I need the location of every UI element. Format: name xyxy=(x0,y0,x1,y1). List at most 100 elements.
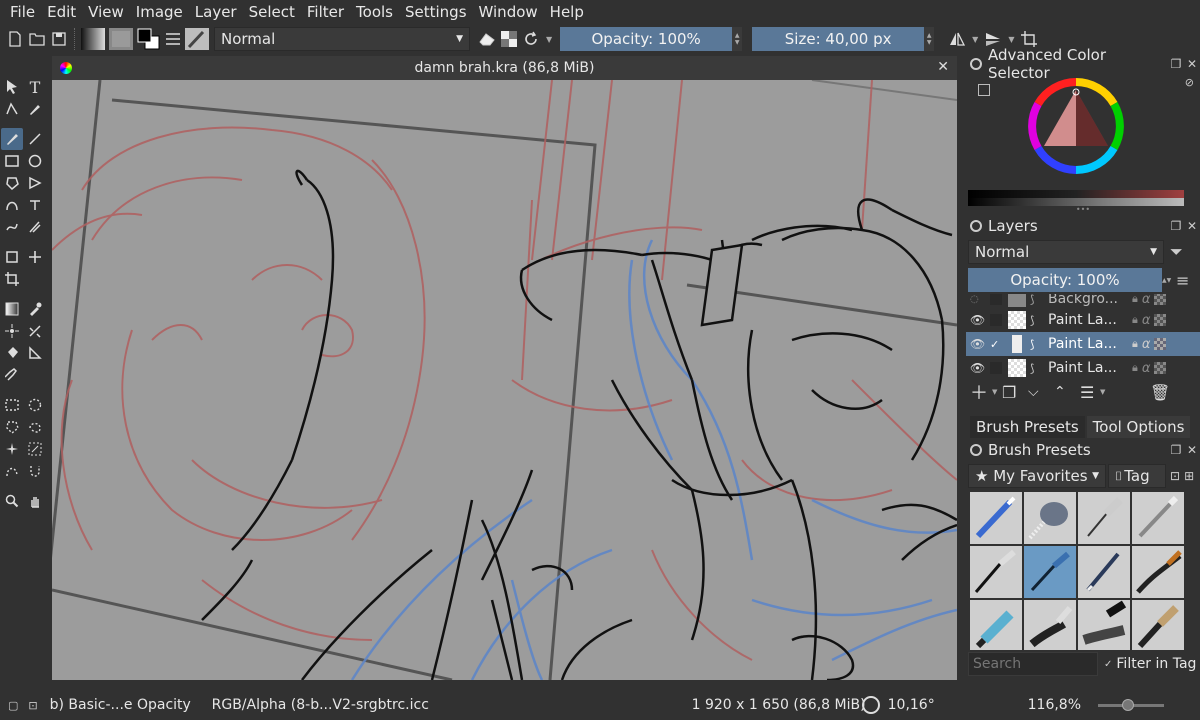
ellipse-tool-icon[interactable] xyxy=(24,150,46,172)
zoom-tool-icon[interactable] xyxy=(1,490,23,512)
rectangle-select-tool-icon[interactable] xyxy=(1,394,23,416)
close-icon[interactable]: ✕ xyxy=(937,59,949,75)
alpha-lock-icon[interactable]: α xyxy=(1142,294,1151,307)
brush-preset-item-selected[interactable] xyxy=(1024,546,1076,598)
alpha-lock-icon[interactable]: α xyxy=(1142,313,1151,328)
bezier-curve-tool-icon[interactable] xyxy=(1,194,23,216)
layer-opacity-slider[interactable]: Opacity: 100% xyxy=(968,268,1162,292)
menu-layer[interactable]: Layer xyxy=(189,1,243,23)
inherit-alpha-icon[interactable] xyxy=(1154,362,1167,374)
visibility-icon[interactable]: ◌ xyxy=(970,294,984,305)
menu-tools[interactable]: Tools xyxy=(350,1,399,23)
assistant-tool-icon[interactable] xyxy=(24,320,46,342)
reload-preset-icon[interactable] xyxy=(520,28,542,50)
close-icon[interactable]: ✕ xyxy=(1184,57,1200,71)
visibility-icon[interactable]: 👁︎ xyxy=(970,337,985,351)
close-icon[interactable]: ✕ xyxy=(1184,443,1200,457)
brush-preset-item[interactable] xyxy=(1024,492,1076,544)
layer-row-selected[interactable]: 👁︎ ✓ ⟆ Paint La... 🔒︎ α xyxy=(966,332,1200,356)
brush-preset-item[interactable] xyxy=(1132,546,1184,598)
float-window-icon[interactable]: ❐ xyxy=(1168,57,1184,71)
freehand-path-tool-icon[interactable] xyxy=(24,194,46,216)
edit-shapes-tool-icon[interactable] xyxy=(1,98,23,120)
float-window-icon[interactable]: ❐ xyxy=(1168,443,1184,457)
lock-icon[interactable]: 🔒︎ xyxy=(1132,294,1138,306)
brush-preset-item[interactable] xyxy=(970,546,1022,598)
new-document-icon[interactable] xyxy=(4,28,26,50)
color-picker-tool-icon[interactable] xyxy=(24,298,46,320)
gradient-preset-icon[interactable] xyxy=(80,28,106,50)
tag-filter-select[interactable]: ★ My Favorites ▼ xyxy=(968,464,1106,488)
crop-transform-tool-icon[interactable] xyxy=(1,246,23,268)
fg-bg-color-icon[interactable] xyxy=(136,28,162,50)
visibility-icon[interactable]: 👁︎ xyxy=(970,361,985,375)
move-layer-down-icon[interactable]: ⌵ xyxy=(1028,384,1054,400)
document-tab[interactable]: damn brah.kra (86,8 MiB) ✕ xyxy=(52,56,957,80)
dock-float-icon[interactable] xyxy=(970,58,982,70)
inherit-alpha-icon[interactable] xyxy=(1154,294,1167,305)
alpha-lock-icon[interactable]: α xyxy=(1142,361,1151,376)
layer-properties-icon[interactable]: ☰ xyxy=(1080,383,1100,402)
rectangle-tool-icon[interactable] xyxy=(1,150,23,172)
chevron-down-icon[interactable]: ▼ xyxy=(992,388,1002,396)
mirror-horizontal-icon[interactable] xyxy=(946,28,968,50)
layer-checkbox-checked[interactable]: ✓ xyxy=(990,338,1002,351)
similar-select-tool-icon[interactable] xyxy=(24,438,46,460)
color-selector-widget[interactable]: ⊘ xyxy=(966,74,1200,200)
brush-preset-item[interactable] xyxy=(970,600,1022,650)
menu-file[interactable]: File xyxy=(4,1,41,23)
opacity-spin-arrows-icon[interactable]: ▲▼ xyxy=(732,27,743,51)
bezier-select-tool-icon[interactable] xyxy=(1,460,23,482)
freehand-select-tool-icon[interactable] xyxy=(24,416,46,438)
menu-filter[interactable]: Filter xyxy=(301,1,350,23)
layers-menu-icon[interactable]: ≡ xyxy=(1176,271,1189,290)
color-wheel-icon[interactable] xyxy=(1028,78,1124,174)
rotation-dial-icon[interactable] xyxy=(861,696,880,714)
visibility-icon[interactable]: 👁︎ xyxy=(970,313,985,327)
layer-checkbox[interactable] xyxy=(990,314,1002,326)
tab-brush-presets[interactable]: Brush Presets xyxy=(970,416,1085,438)
menu-help[interactable]: Help xyxy=(544,1,590,23)
smart-patch-tool-icon[interactable] xyxy=(1,320,23,342)
brush-preset-item[interactable] xyxy=(1132,600,1184,650)
dynamic-brush-tool-icon[interactable] xyxy=(1,216,23,238)
filter-in-tag-checkbox[interactable]: ✓ xyxy=(1104,659,1112,670)
drawing-canvas[interactable] xyxy=(52,80,957,680)
dock-float-icon[interactable] xyxy=(970,444,982,456)
import-icon[interactable]: ⊡ xyxy=(1170,469,1180,483)
layer-blend-mode-select[interactable]: Normal ▼ xyxy=(968,240,1164,264)
menu-view[interactable]: View xyxy=(82,1,130,23)
zoom-slider-handle[interactable] xyxy=(1121,698,1134,711)
polygon-tool-icon[interactable] xyxy=(1,172,23,194)
layer-row[interactable]: 👁︎ ⟆ Paint La... 🔒︎ α xyxy=(966,356,1200,378)
add-layer-icon[interactable]: ＋ xyxy=(970,379,992,405)
menu-window[interactable]: Window xyxy=(473,1,544,23)
brush-size-slider[interactable]: Size: 40,00 px xyxy=(752,27,925,51)
delete-layer-icon[interactable]: 🗑︎ xyxy=(1150,383,1170,402)
inherit-alpha-icon[interactable] xyxy=(1154,314,1167,326)
layer-checkbox[interactable] xyxy=(990,362,1002,374)
zoom-slider[interactable] xyxy=(1097,698,1164,711)
line-tool-icon[interactable] xyxy=(24,128,46,150)
lock-icon[interactable]: 🔒︎ xyxy=(1132,313,1138,327)
chevron-down-icon[interactable]: ▼ xyxy=(1100,388,1150,396)
chevron-down-icon[interactable]: ▼ xyxy=(546,35,552,44)
crop-tool-icon[interactable] xyxy=(1,268,23,290)
splitter-handle[interactable]: ••• xyxy=(966,205,1200,214)
inherit-alpha-icon[interactable] xyxy=(1154,338,1167,350)
menu-image[interactable]: Image xyxy=(130,1,189,23)
select-shapes-tool-icon[interactable] xyxy=(1,76,23,98)
gradient-tool-icon[interactable] xyxy=(1,298,23,320)
filter-icon[interactable]: ⏷ xyxy=(1170,242,1183,262)
tag-button[interactable]: ⌷ Tag xyxy=(1108,464,1166,488)
brush-settings-icon[interactable] xyxy=(162,28,184,50)
brush-search-input[interactable] xyxy=(968,652,1098,676)
move-layer-up-icon[interactable]: ⌃ xyxy=(1054,384,1080,400)
polygon-select-tool-icon[interactable] xyxy=(1,416,23,438)
save-icon[interactable] xyxy=(48,28,70,50)
text-tool-icon[interactable]: T xyxy=(24,76,46,98)
brush-preset-item[interactable] xyxy=(1024,600,1076,650)
close-icon[interactable]: ✕ xyxy=(1184,219,1200,233)
lock-icon[interactable]: 🔒︎ xyxy=(1132,337,1138,351)
brush-preset-item[interactable] xyxy=(1132,492,1184,544)
